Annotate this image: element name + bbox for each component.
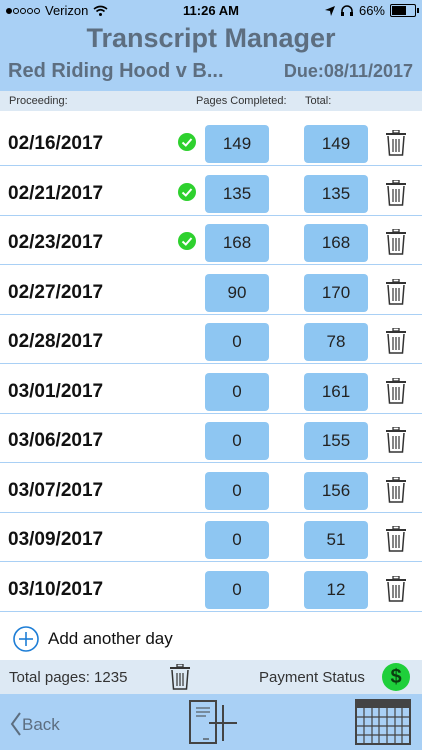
table-row[interactable]: 03/10/2017 0 12 bbox=[0, 563, 422, 612]
chevron-left-icon bbox=[10, 712, 21, 736]
trash-icon[interactable] bbox=[170, 664, 190, 690]
calendar-icon[interactable] bbox=[355, 699, 411, 745]
table-row[interactable]: 03/09/2017 0 51 bbox=[0, 513, 422, 562]
table-row[interactable]: 02/23/2017 168 168 bbox=[0, 216, 422, 265]
screen: Verizon 11:26 AM 66% Transcript Manager … bbox=[0, 0, 422, 750]
table-row[interactable]: 02/27/2017 90 170 bbox=[0, 266, 422, 315]
new-transcript-icon[interactable] bbox=[187, 699, 239, 745]
table-row[interactable]: 03/06/2017 0 155 bbox=[0, 414, 422, 463]
table-row[interactable]: 02/28/2017 0 78 bbox=[0, 315, 422, 364]
column-pages-completed: Pages Completed: bbox=[196, 95, 287, 107]
column-proceeding: Proceeding: bbox=[9, 95, 68, 107]
trash-icon[interactable] bbox=[386, 278, 406, 305]
trash-icon[interactable] bbox=[386, 130, 406, 156]
pages-completed-field[interactable]: 168 bbox=[205, 224, 269, 262]
status-bar: Verizon 11:26 AM 66% bbox=[0, 0, 422, 22]
back-label: Back bbox=[22, 715, 60, 734]
table-row[interactable]: 02/21/2017 135 135 bbox=[0, 167, 422, 216]
add-day-label: Add another day bbox=[48, 629, 173, 648]
payment-status-label: Payment Status bbox=[259, 669, 365, 686]
completed-check-icon bbox=[178, 232, 196, 250]
table-row[interactable]: 03/07/2017 0 156 bbox=[0, 464, 422, 513]
pages-completed-field[interactable]: 0 bbox=[205, 422, 269, 460]
trash-icon[interactable] bbox=[386, 476, 406, 503]
proceeding-date[interactable]: 03/06/2017 bbox=[8, 430, 103, 452]
total-pages-field[interactable]: 78 bbox=[304, 323, 368, 361]
pages-completed-field[interactable]: 135 bbox=[205, 174, 269, 213]
headphones-icon bbox=[340, 5, 353, 16]
proceeding-date[interactable]: 02/21/2017 bbox=[8, 183, 103, 205]
total-pages-field[interactable]: 155 bbox=[304, 422, 368, 460]
pages-completed-field[interactable]: 0 bbox=[205, 570, 269, 609]
back-button[interactable]: Back bbox=[8, 710, 68, 738]
trash-icon[interactable] bbox=[386, 427, 406, 453]
location-arrow-icon bbox=[324, 5, 335, 16]
proceeding-date[interactable]: 03/01/2017 bbox=[8, 381, 103, 403]
pages-completed-field[interactable]: 0 bbox=[205, 521, 269, 559]
pages-completed-field[interactable]: 0 bbox=[205, 323, 269, 361]
trash-icon[interactable] bbox=[386, 575, 406, 602]
battery-icon bbox=[390, 4, 419, 17]
completed-check-icon bbox=[178, 182, 196, 201]
trash-icon[interactable] bbox=[386, 229, 406, 255]
total-pages-field[interactable]: 149 bbox=[304, 125, 368, 163]
plus-circle-icon bbox=[13, 626, 39, 652]
bottom-bar: Back bbox=[0, 694, 422, 750]
proceeding-date[interactable]: 02/23/2017 bbox=[8, 232, 103, 254]
proceeding-date[interactable]: 02/27/2017 bbox=[8, 282, 103, 304]
add-day-button[interactable]: Add another day bbox=[0, 614, 422, 658]
total-pages-field[interactable]: 135 bbox=[304, 174, 368, 213]
payment-status-dollar-icon[interactable]: $ bbox=[382, 663, 410, 691]
proceeding-date[interactable]: 03/09/2017 bbox=[8, 529, 103, 551]
pages-completed-field[interactable]: 0 bbox=[205, 372, 269, 411]
proceeding-date[interactable]: 02/16/2017 bbox=[8, 133, 103, 155]
proceeding-date[interactable]: 02/28/2017 bbox=[8, 331, 103, 353]
trash-icon[interactable] bbox=[386, 179, 406, 206]
total-pages-field[interactable]: 12 bbox=[304, 570, 368, 609]
total-pages-field[interactable]: 51 bbox=[304, 521, 368, 559]
table-row[interactable]: 03/01/2017 0 161 bbox=[0, 365, 422, 414]
total-pages-field[interactable]: 161 bbox=[304, 372, 368, 411]
column-total: Total: bbox=[305, 95, 332, 107]
trash-icon[interactable] bbox=[386, 328, 406, 354]
table-row[interactable]: 02/16/2017 149 149 bbox=[0, 117, 422, 166]
proceeding-date[interactable]: 03/10/2017 bbox=[8, 579, 103, 601]
pages-completed-field[interactable]: 90 bbox=[205, 273, 269, 312]
total-pages-field[interactable]: 170 bbox=[304, 273, 368, 312]
status-right: 66% bbox=[324, 3, 419, 18]
header: Verizon 11:26 AM 66% Transcript Manager … bbox=[0, 0, 422, 91]
trash-icon[interactable] bbox=[386, 377, 406, 404]
column-header: Proceeding: Pages Completed: Total: bbox=[0, 91, 422, 111]
pages-completed-field[interactable]: 0 bbox=[205, 471, 269, 510]
case-name[interactable]: Red Riding Hood v B... bbox=[8, 60, 224, 83]
total-pages-field[interactable]: 156 bbox=[304, 471, 368, 510]
trash-icon[interactable] bbox=[386, 526, 406, 552]
completed-check-icon bbox=[178, 133, 196, 151]
battery-percent: 66% bbox=[358, 3, 385, 18]
pages-completed-field[interactable]: 149 bbox=[205, 125, 269, 163]
total-pages-field[interactable]: 168 bbox=[304, 224, 368, 262]
total-pages: Total pages: 1235 bbox=[9, 669, 128, 686]
proceeding-date[interactable]: 03/07/2017 bbox=[8, 480, 103, 502]
due-date: Due:08/11/2017 bbox=[283, 61, 413, 81]
footer-bar: Total pages: 1235 Payment Status $ bbox=[0, 660, 422, 694]
app-title: Transcript Manager bbox=[86, 23, 336, 53]
